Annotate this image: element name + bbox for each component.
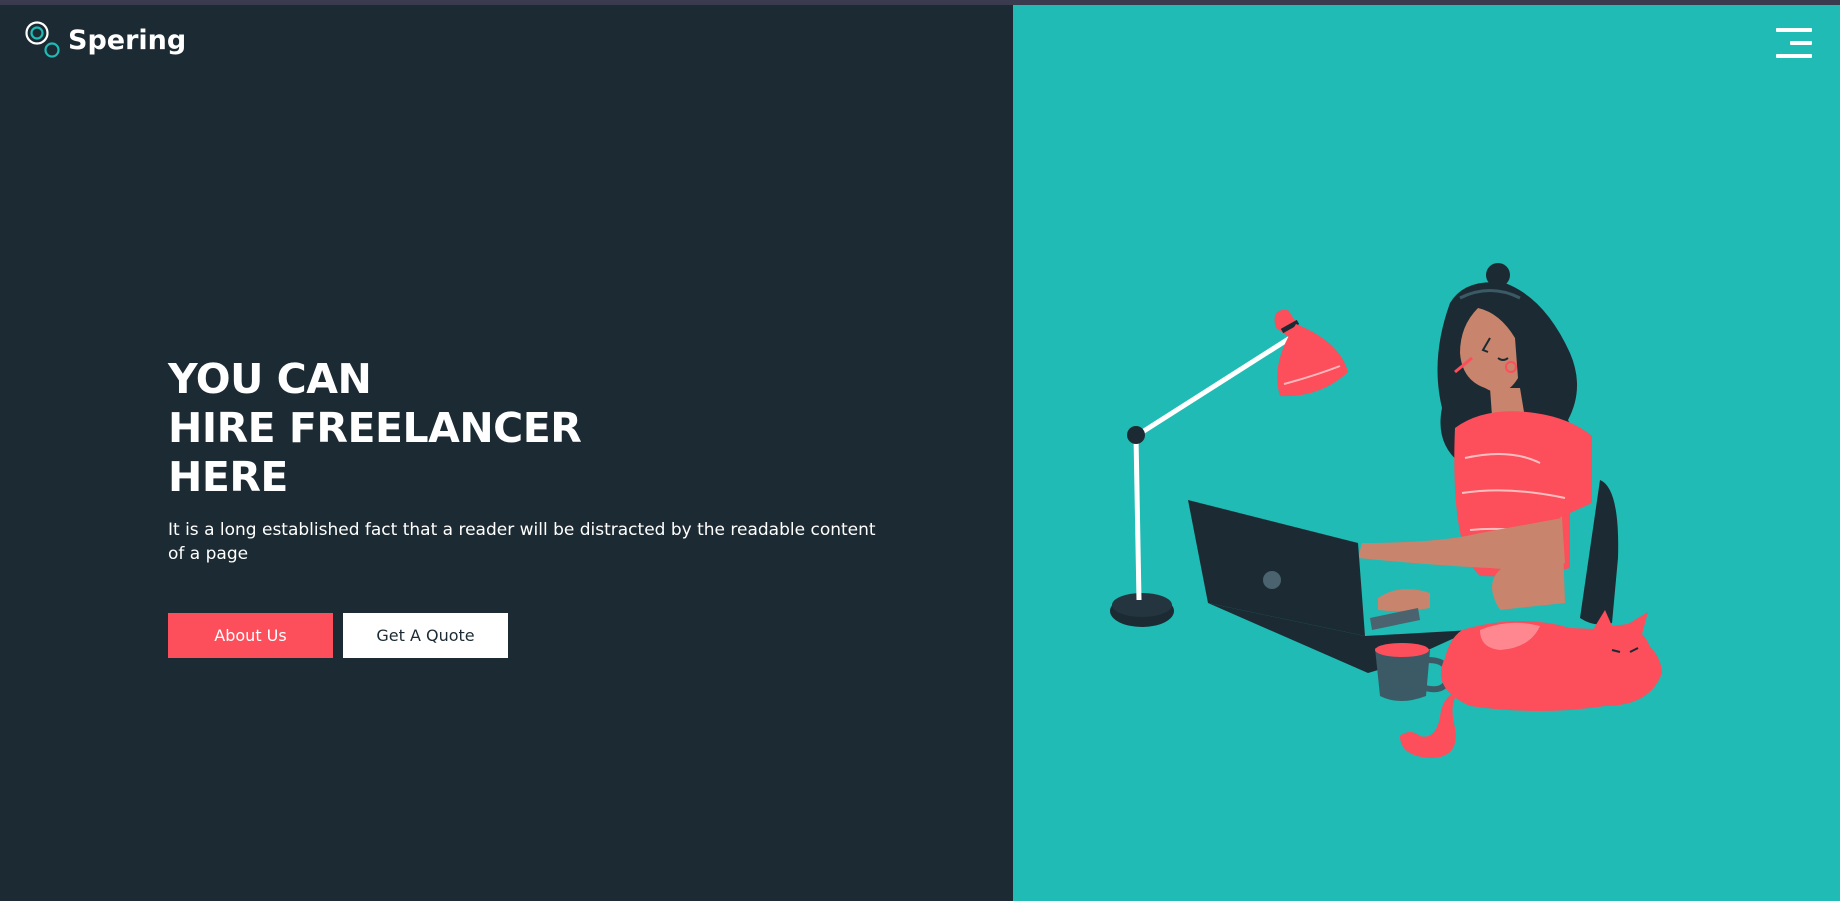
two-rings-logo-icon [25,21,60,58]
freelancer-illustration [1110,263,1662,758]
hamburger-menu-icon[interactable] [1776,28,1812,58]
hero-title-line: YOU CAN [168,355,372,403]
hero-title-line: HERE [168,453,288,501]
hero-description: It is a long established fact that a rea… [168,520,876,564]
menu-line [1790,41,1812,45]
menu-line [1776,28,1812,32]
get-a-quote-button[interactable]: Get A Quote [343,613,508,658]
menu-line [1776,54,1812,58]
hero-actions: About Us Get A Quote [168,613,508,658]
brand-logo[interactable]: Spering [24,20,186,60]
brand-name: Spering [68,24,187,56]
hero-title-line: HIRE FREELANCER [168,404,582,452]
hero-title: YOU CAN HIRE FREELANCER HERE [168,355,908,502]
hero-content: YOU CAN HIRE FREELANCER HERE It is a lon… [168,355,908,566]
about-us-button[interactable]: About Us [168,613,333,658]
